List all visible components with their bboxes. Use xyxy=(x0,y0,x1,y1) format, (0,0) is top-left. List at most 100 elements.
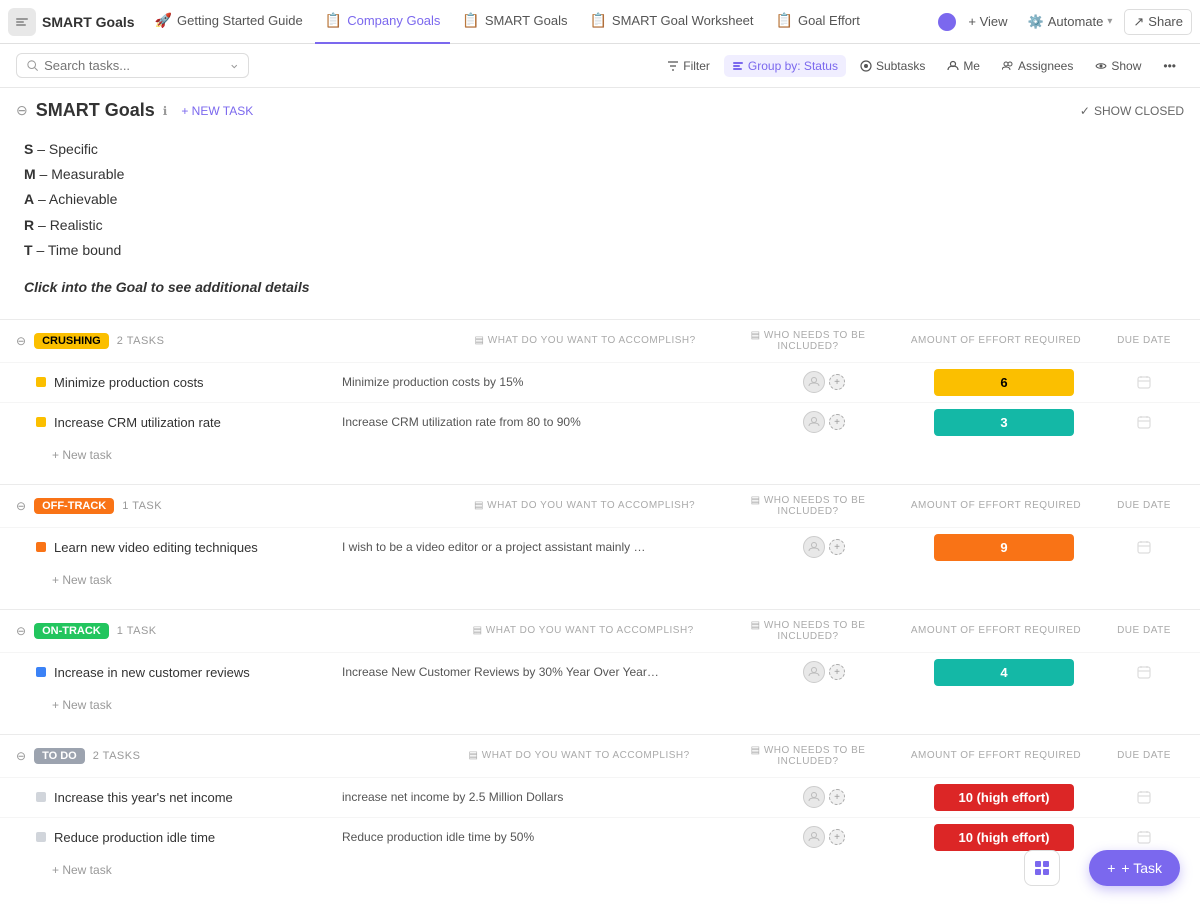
who-icon-4: ▤ xyxy=(751,745,761,756)
avatar-group: + xyxy=(803,411,845,433)
assignees-button[interactable]: Assignees xyxy=(994,55,1081,77)
add-avatar-btn[interactable]: + xyxy=(829,664,845,680)
group-header-on-track: ⊖ ON-TRACK 1 TASK ▤ WHAT DO YOU WANT TO … xyxy=(0,609,1200,652)
search-input[interactable] xyxy=(44,58,223,73)
add-avatar-btn[interactable]: + xyxy=(829,829,845,845)
task-dot xyxy=(36,792,46,802)
add-task-todo[interactable]: + New task xyxy=(0,857,1200,883)
task-accomplish: increase net income by 2.5 Million Dolla… xyxy=(334,790,744,804)
task-effort: 6 xyxy=(904,369,1104,396)
top-nav: SMART Goals 🚀 Getting Started Guide 📋 Co… xyxy=(0,0,1200,44)
info-icon[interactable]: ℹ xyxy=(163,104,168,118)
view-button[interactable]: + View xyxy=(960,10,1015,33)
nav-right: + View ⚙️ Automate ▾ ↗ Share xyxy=(938,9,1192,35)
task-accomplish: Increase New Customer Reviews by 30% Yea… xyxy=(334,665,744,679)
eye-icon xyxy=(1095,60,1107,72)
task-due[interactable] xyxy=(1104,829,1184,845)
me-button[interactable]: Me xyxy=(939,55,988,77)
avatar xyxy=(803,786,825,808)
add-avatar-btn[interactable]: + xyxy=(829,374,845,390)
task-name: Reduce production idle time xyxy=(54,830,334,845)
task-due[interactable] xyxy=(1104,539,1184,555)
badge-off-track: OFF-TRACK xyxy=(34,498,114,514)
task-row[interactable]: Increase CRM utilization rate Increase C… xyxy=(0,402,1200,442)
group-off-track: ⊖ OFF-TRACK 1 TASK ▤ WHAT DO YOU WANT TO… xyxy=(0,484,1200,593)
task-who: + xyxy=(744,371,904,393)
task-who: + xyxy=(744,826,904,848)
smart-description: S – Specific M – Measurable A – Achievab… xyxy=(0,125,1200,263)
automate-button[interactable]: ⚙️ Automate ▾ xyxy=(1020,10,1121,34)
plus-icon: + xyxy=(1107,860,1115,876)
col-due-header-1: DUE DATE xyxy=(1104,335,1184,346)
subtasks-button[interactable]: Subtasks xyxy=(852,55,933,77)
collapse-off-track[interactable]: ⊖ xyxy=(16,499,26,513)
task-due[interactable] xyxy=(1104,374,1184,390)
task-count-on-track: 1 TASK xyxy=(117,625,157,637)
avatar-group: + xyxy=(803,786,845,808)
add-task-crushing[interactable]: + New task xyxy=(0,442,1200,468)
add-task-off-track[interactable]: + New task xyxy=(0,567,1200,593)
filter-button[interactable]: Filter xyxy=(659,55,718,77)
status-dot xyxy=(938,13,956,31)
collapse-todo[interactable]: ⊖ xyxy=(16,749,26,763)
task-due[interactable] xyxy=(1104,664,1184,680)
avatar xyxy=(803,826,825,848)
col-effort-header-3: AMOUNT OF EFFORT REQUIRED xyxy=(896,625,1096,636)
show-closed-button[interactable]: ✓ SHOW CLOSED xyxy=(1080,104,1184,118)
add-task-on-track[interactable]: + New task xyxy=(0,692,1200,718)
task-due[interactable] xyxy=(1104,789,1184,805)
company-goals-icon: 📋 xyxy=(325,12,342,29)
task-row[interactable]: Minimize production costs Minimize produ… xyxy=(0,362,1200,402)
more-button[interactable]: ••• xyxy=(1155,55,1184,77)
effort-bar: 9 xyxy=(934,534,1074,561)
getting-started-icon: 🚀 xyxy=(155,12,172,29)
col-accomplish-header-1: ▤ WHAT DO YOU WANT TO ACCOMPLISH? xyxy=(450,335,720,346)
badge-on-track: ON-TRACK xyxy=(34,623,109,639)
group-header-off-track: ⊖ OFF-TRACK 1 TASK ▤ WHAT DO YOU WANT TO… xyxy=(0,484,1200,527)
avatar-group: + xyxy=(803,826,845,848)
add-avatar-btn[interactable]: + xyxy=(829,414,845,430)
task-row[interactable]: Increase this year's net income increase… xyxy=(0,777,1200,817)
collapse-on-track[interactable]: ⊖ xyxy=(16,624,26,638)
tab-smart-worksheet[interactable]: 📋 SMART Goal Worksheet xyxy=(579,0,763,44)
smart-t: T – Time bound xyxy=(24,238,1176,263)
task-row[interactable]: Learn new video editing techniques I wis… xyxy=(0,527,1200,567)
search-box[interactable] xyxy=(16,53,249,78)
grid-view-button[interactable] xyxy=(1024,850,1060,886)
content: ⊖ SMART Goals ℹ + NEW TASK ✓ SHOW CLOSED… xyxy=(0,88,1200,883)
tab-smart-goals[interactable]: 📋 SMART Goals xyxy=(452,0,577,44)
tab-company-goals[interactable]: 📋 Company Goals xyxy=(315,0,451,44)
collapse-section-btn[interactable]: ⊖ xyxy=(16,102,28,119)
smart-s: S – Specific xyxy=(24,137,1176,162)
add-avatar-btn[interactable]: + xyxy=(829,539,845,555)
task-row[interactable]: Increase in new customer reviews Increas… xyxy=(0,652,1200,692)
avatar xyxy=(803,411,825,433)
search-dropdown-icon xyxy=(230,61,239,71)
col-who-header-1: ▤ WHO NEEDS TO BE INCLUDED? xyxy=(728,330,888,352)
accomplish-icon-3: ▤ xyxy=(473,625,483,636)
group-crushing: ⊖ CRUSHING 2 TASKS ▤ WHAT DO YOU WANT TO… xyxy=(0,319,1200,468)
group-header-crushing: ⊖ CRUSHING 2 TASKS ▤ WHAT DO YOU WANT TO… xyxy=(0,319,1200,362)
tab-getting-started[interactable]: 🚀 Getting Started Guide xyxy=(145,0,313,44)
task-who: + xyxy=(744,661,904,683)
toolbar-right: Filter Group by: Status Subtasks Me Assi… xyxy=(659,55,1184,77)
add-avatar-btn[interactable]: + xyxy=(829,789,845,805)
smart-goals-tab-icon: 📋 xyxy=(462,12,479,29)
collapse-crushing[interactable]: ⊖ xyxy=(16,334,26,348)
avatar xyxy=(803,371,825,393)
task-who: + xyxy=(744,411,904,433)
task-dot xyxy=(36,417,46,427)
new-task-button[interactable]: + NEW TASK xyxy=(175,102,259,120)
group-by-button[interactable]: Group by: Status xyxy=(724,55,846,77)
filter-icon xyxy=(667,60,679,72)
add-task-float-button[interactable]: + + Task xyxy=(1089,850,1180,886)
task-accomplish: Minimize production costs by 15% xyxy=(334,375,744,389)
task-row[interactable]: Reduce production idle time Reduce produ… xyxy=(0,817,1200,857)
share-button[interactable]: ↗ Share xyxy=(1124,9,1192,35)
task-effort: 9 xyxy=(904,534,1104,561)
task-due[interactable] xyxy=(1104,414,1184,430)
show-button[interactable]: Show xyxy=(1087,55,1149,77)
task-dot xyxy=(36,832,46,842)
task-name: Increase CRM utilization rate xyxy=(54,415,334,430)
tab-goal-effort[interactable]: 📋 Goal Effort xyxy=(766,0,870,44)
